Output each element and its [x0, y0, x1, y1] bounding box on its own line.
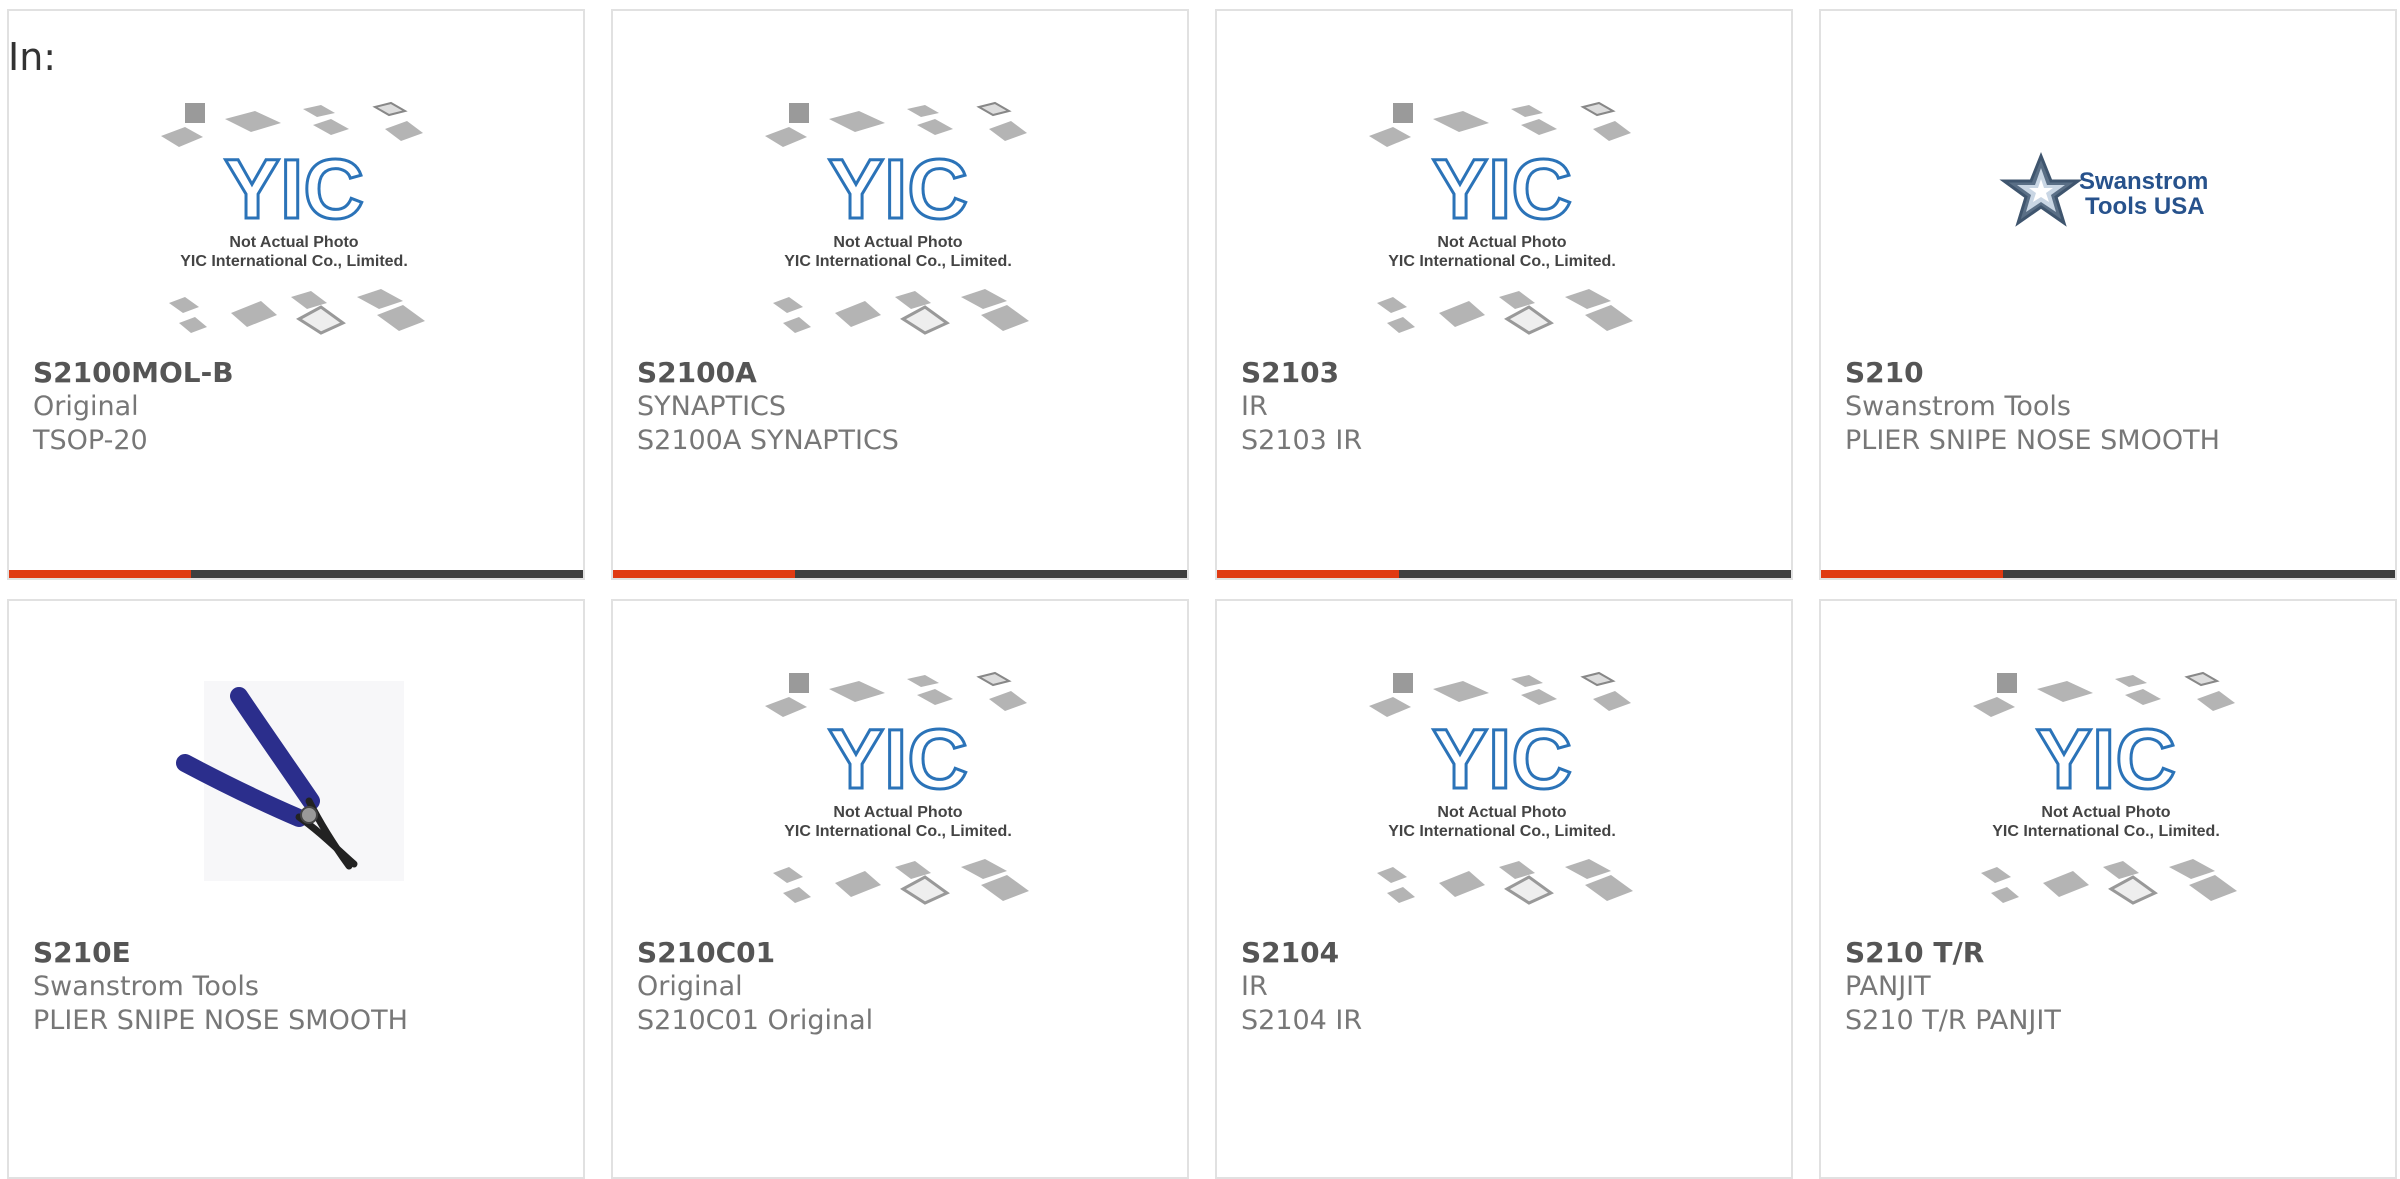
yic-placeholder: YICNot Actual Photo YIC International Co.…	[1369, 671, 1633, 905]
product-description: S2100A SYNAPTICS	[637, 425, 899, 456]
product-card[interactable]: YIC Not Actual Photo YIC International Co.…	[7, 9, 585, 580]
product-part-number[interactable]: S2104	[1241, 936, 1781, 970]
card-hover-bar	[9, 570, 583, 578]
product-part-number[interactable]: S2100A	[637, 356, 1177, 390]
product-part-number[interactable]: S2103	[1241, 356, 1781, 390]
product-description: PLIER SNIPE NOSE SMOOTH	[1845, 425, 2220, 456]
product-card[interactable]: YIC Not Actual Photo YIC International Co.…	[1215, 9, 1793, 580]
yic-logo: YIC	[2036, 712, 2176, 806]
product-manufacturer: Original	[33, 391, 139, 422]
product-manufacturer: IR	[1241, 391, 1268, 422]
product-description: S210C01 Original	[637, 1005, 874, 1036]
placeholder-caption-line1: Not Actual Photo	[833, 804, 962, 821]
product-part-number[interactable]: S210E	[33, 936, 573, 970]
filter-label: In:	[8, 35, 57, 79]
placeholder-caption-line1: Not Actual Photo	[1437, 234, 1566, 251]
swanstrom-logo-line1: Swanstrom	[2079, 168, 2208, 195]
placeholder-caption-line2: YIC International Co., Limited.	[784, 253, 1012, 270]
product-description: TSOP-20	[33, 425, 148, 456]
product-info: S2103 IR S2103 IR	[1241, 356, 1781, 458]
product-info: S2100A SYNAPTICS S2100A SYNAPTICS	[637, 356, 1177, 458]
plier-photo-image[interactable]	[159, 671, 429, 916]
placeholder-caption-line2: YIC International Co., Limited.	[784, 823, 1012, 840]
yic-placeholder-image[interactable]: YIC Not Actual Photo YIC International Co.…	[1367, 101, 1637, 346]
product-manufacturer: Swanstrom Tools	[33, 971, 259, 1002]
placeholder-caption-line2: YIC International Co., Limited.	[1388, 823, 1616, 840]
product-card[interactable]: YIC Not Actual Photo YIC International Co.…	[1215, 599, 1793, 1179]
placeholder-caption-line1: Not Actual Photo	[833, 234, 962, 251]
product-part-number[interactable]: S2100MOL-B	[33, 356, 573, 390]
placeholder-caption-line2: YIC International Co., Limited.	[1992, 823, 2220, 840]
placeholder-caption-line1: Not Actual Photo	[2041, 804, 2170, 821]
yic-placeholder-image[interactable]: YIC Not Actual Photo YIC International Co.…	[763, 101, 1033, 346]
card-accent	[1217, 570, 1399, 578]
yic-placeholder-image[interactable]: YIC Not Actual Photo YIC International Co.…	[159, 101, 429, 346]
swanstrom-logo-image[interactable]: Swanstrom Tools USA	[1971, 101, 2241, 346]
card-hover-bar	[1821, 570, 2395, 578]
yic-logo: YIC	[828, 142, 968, 236]
product-card[interactable]: YIC Not Actual Photo YIC International Co.…	[611, 9, 1189, 580]
card-accent	[613, 570, 795, 578]
yic-placeholder-image[interactable]: YIC Not Actual Photo YIC International Co.…	[1971, 671, 2241, 916]
placeholder-caption-line1: Not Actual Photo	[1437, 804, 1566, 821]
yic-placeholder: YICNot Actual Photo YIC International Co.…	[161, 101, 425, 335]
product-part-number[interactable]: S210	[1845, 356, 2385, 390]
product-info: S210 Swanstrom Tools PLIER SNIPE NOSE SM…	[1845, 356, 2385, 458]
product-manufacturer: IR	[1241, 971, 1268, 1002]
card-hover-bar	[1217, 570, 1791, 578]
product-description: S210 T/R PANJIT	[1845, 1005, 2061, 1036]
yic-logo: YIC	[1432, 142, 1572, 236]
yic-placeholder: YICNot Actual Photo YIC International Co.…	[1369, 101, 1633, 335]
product-manufacturer: Swanstrom Tools	[1845, 391, 2071, 422]
card-accent	[9, 570, 191, 578]
product-part-number[interactable]: S210C01	[637, 936, 1177, 970]
product-part-number[interactable]: S210 T/R	[1845, 936, 2385, 970]
yic-placeholder-image[interactable]: YIC Not Actual Photo YIC International Co.…	[763, 671, 1033, 916]
card-accent	[1821, 570, 2003, 578]
placeholder-caption-line1: Not Actual Photo	[229, 234, 358, 251]
product-manufacturer: SYNAPTICS	[637, 391, 787, 422]
swanstrom-logo: Swanstrom Tools USA	[1999, 151, 2208, 227]
plier-icon	[176, 681, 404, 881]
product-card[interactable]: Swanstrom Tools USA S210 Swanstrom Tools…	[1819, 9, 2397, 580]
product-description: S2104 IR	[1241, 1005, 1363, 1036]
yic-placeholder: YICNot Actual Photo YIC International Co.…	[765, 101, 1029, 335]
product-card[interactable]: YIC Not Actual Photo YIC International Co.…	[1819, 599, 2397, 1179]
product-info: S210E Swanstrom Tools PLIER SNIPE NOSE S…	[33, 936, 573, 1038]
product-description: S2103 IR	[1241, 425, 1363, 456]
placeholder-caption-line2: YIC International Co., Limited.	[1388, 253, 1616, 270]
product-manufacturer: Original	[637, 971, 743, 1002]
product-info: S2100MOL-B Original TSOP-20	[33, 356, 573, 458]
product-card[interactable]: S210E Swanstrom Tools PLIER SNIPE NOSE S…	[7, 599, 585, 1179]
yic-placeholder: YICNot Actual Photo YIC International Co.…	[1973, 671, 2237, 905]
product-manufacturer: PANJIT	[1845, 971, 1931, 1002]
product-info: S210 T/R PANJIT S210 T/R PANJIT	[1845, 936, 2385, 1038]
product-card[interactable]: YIC Not Actual Photo YIC International Co.…	[611, 599, 1189, 1179]
yic-placeholder-image[interactable]: YIC Not Actual Photo YIC International Co.…	[1367, 671, 1637, 916]
product-info: S2104 IR S2104 IR	[1241, 936, 1781, 1038]
placeholder-caption-line2: YIC International Co., Limited.	[180, 253, 408, 270]
yic-logo: YIC	[1432, 712, 1572, 806]
yic-placeholder: YICNot Actual Photo YIC International Co.…	[765, 671, 1029, 905]
swanstrom-logo-line2: Tools USA	[2085, 193, 2205, 220]
product-description: PLIER SNIPE NOSE SMOOTH	[33, 1005, 408, 1036]
yic-logo: YIC	[224, 142, 364, 236]
yic-logo: YIC	[828, 712, 968, 806]
product-info: S210C01 Original S210C01 Original	[637, 936, 1177, 1038]
card-hover-bar	[613, 570, 1187, 578]
product-grid: YIC Not Actual Photo YIC International Co.…	[0, 0, 2400, 1179]
